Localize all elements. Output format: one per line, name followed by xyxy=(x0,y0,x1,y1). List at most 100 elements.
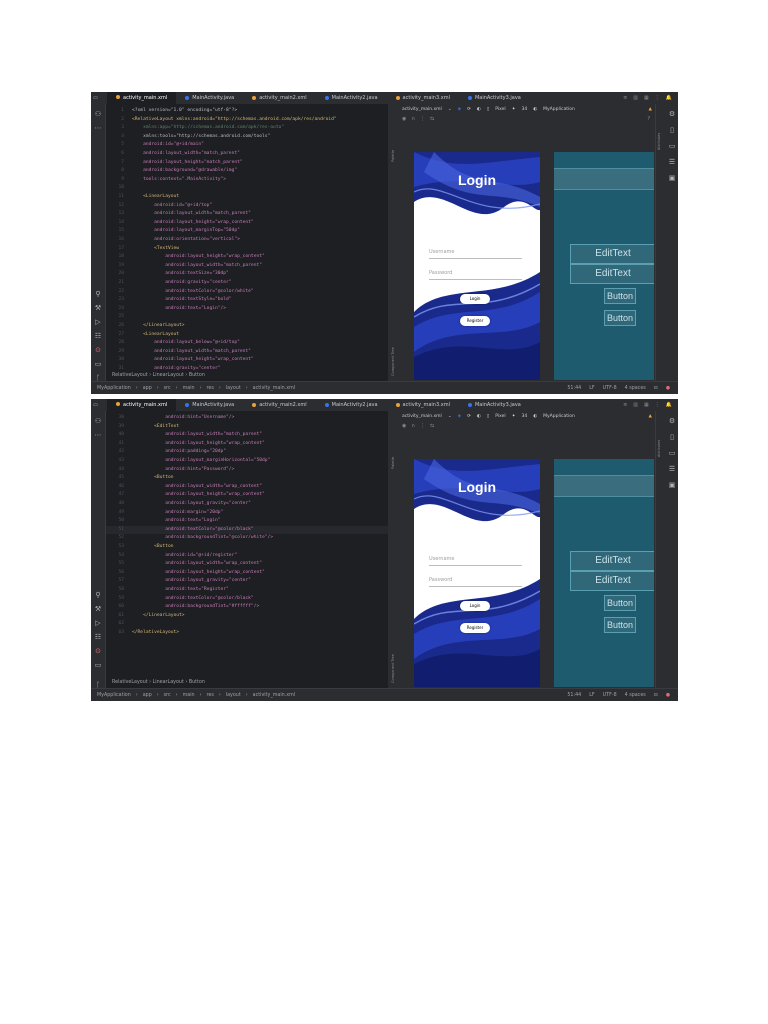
palette-tab[interactable]: Palette xyxy=(391,122,398,162)
breadcrumb-item[interactable]: Button xyxy=(189,680,205,685)
split-view-icon[interactable]: ▥ xyxy=(633,402,638,408)
project-icon[interactable]: ⚇ xyxy=(94,110,102,118)
tab-main-activity-java[interactable]: MainActivity.java xyxy=(176,399,243,411)
device-select[interactable]: Pixel xyxy=(495,107,505,112)
code-line[interactable]: 18 android:layout_height="wrap_content" xyxy=(106,253,264,262)
guidelines-icon[interactable]: ⇆ xyxy=(430,423,434,429)
tab-activity-main2-xml[interactable]: activity_main2.xml xyxy=(243,92,315,104)
code-line[interactable]: 28 android:layout_below="@+id/top" xyxy=(106,339,239,348)
error-icon[interactable]: ● xyxy=(666,386,670,391)
search-icon[interactable]: ⚲ xyxy=(94,591,102,599)
file-encoding[interactable]: UTF-8 xyxy=(603,693,617,698)
eye-icon[interactable]: ◉ xyxy=(402,116,406,122)
code-line[interactable]: 56 android:layout_height="wrap_content" xyxy=(106,569,264,578)
tab-activity-main3-xml[interactable]: activity_main3.xml xyxy=(387,92,459,104)
code-line[interactable]: 30 android:layout_height="wrap_content" xyxy=(106,356,253,365)
eye-icon[interactable]: ◉ xyxy=(402,423,406,429)
code-view-icon[interactable]: ≡ xyxy=(623,402,627,408)
code-line[interactable]: 52 android:backgroundTint="@color/white"… xyxy=(106,534,273,543)
file-encoding[interactable]: UTF-8 xyxy=(603,386,617,391)
guidelines-icon[interactable]: ⇆ xyxy=(430,116,434,122)
login-button[interactable]: Login xyxy=(460,601,490,611)
theme-icon[interactable]: ◐ xyxy=(533,414,537,419)
code-line[interactable]: 3 xmlns:app="http://schemas.android.com/… xyxy=(106,124,284,133)
project-icon[interactable]: ⚇ xyxy=(94,417,102,425)
attributes-tab[interactable]: Attributes xyxy=(657,417,664,457)
design-view-icon[interactable]: ▦ xyxy=(644,95,649,101)
tab-activity-main2-xml[interactable]: activity_main2.xml xyxy=(243,399,315,411)
terminal-icon[interactable]: ▭ xyxy=(94,360,102,368)
build-icon[interactable]: ⚒ xyxy=(94,304,102,312)
run-icon[interactable]: ▷ xyxy=(94,619,102,627)
code-line[interactable]: 12 android:id="@+id/top" xyxy=(106,202,212,211)
code-line[interactable]: 57 android:layout_gravity="center" xyxy=(106,577,250,586)
layout-inspector-icon[interactable]: ☰ xyxy=(668,465,676,473)
status-path-item[interactable]: layout xyxy=(226,386,241,391)
code-line[interactable]: 55 android:layout_width="wrap_content" xyxy=(106,560,262,569)
logcat-icon[interactable]: ☷ xyxy=(94,633,102,641)
code-line[interactable]: 43 android:layout_marginHorizontal="50dp… xyxy=(106,457,270,466)
theme-select[interactable]: MyApplication xyxy=(543,107,575,112)
magnet-icon[interactable]: ∩ xyxy=(411,423,415,429)
night-mode-icon[interactable]: ◐ xyxy=(477,107,481,112)
code-line[interactable]: 11 <LinearLayout xyxy=(106,193,179,202)
device-select[interactable]: Pixel xyxy=(495,414,505,419)
code-line[interactable]: 15 android:layout_marginTop="50dp" xyxy=(106,227,239,236)
device-select-icon[interactable]: ▯ xyxy=(487,414,489,419)
lock-icon[interactable]: ⊡ xyxy=(654,386,658,391)
run-icon[interactable]: ▷ xyxy=(94,318,102,326)
code-line[interactable]: 1 <?xml version="1.0" encoding="utf-8"?> xyxy=(106,107,237,116)
code-line[interactable]: 38 android:hint="Username"/> xyxy=(106,414,234,423)
code-line[interactable]: 6 android:layout_width="match_parent" xyxy=(106,150,240,159)
code-line[interactable]: 53 <Button xyxy=(106,543,173,552)
code-line[interactable]: 20 android:textSize="30dp" xyxy=(106,270,228,279)
code-editor[interactable]: 1 <?xml version="1.0" encoding="utf-8"?> 2… xyxy=(106,104,388,370)
breadcrumb-item[interactable]: Button xyxy=(189,373,205,378)
tab-main-activity2-java[interactable]: MainActivity2.java xyxy=(316,92,387,104)
code-line[interactable]: 46 android:layout_width="wrap_content" xyxy=(106,483,262,492)
username-field[interactable]: Username xyxy=(429,553,522,566)
username-field[interactable]: Username xyxy=(429,246,522,259)
code-view-icon[interactable]: ≡ xyxy=(623,95,627,101)
code-line[interactable]: 8 android:background="@drawable/img" xyxy=(106,167,237,176)
more-tools-icon[interactable]: ⋯ xyxy=(94,431,102,439)
margin-icon[interactable]: ⋮ xyxy=(420,423,425,429)
code-line[interactable]: 7 android:layout_height="match_parent" xyxy=(106,159,242,168)
tab-activity-main-xml[interactable]: activity_main.xml xyxy=(107,399,177,412)
status-path-item[interactable]: activity_main.xml xyxy=(253,386,295,391)
code-line[interactable]: 13 android:layout_width="match_parent" xyxy=(106,210,250,219)
tab-main-activity3-java[interactable]: MainActivity3.java xyxy=(459,92,530,104)
code-line[interactable]: 23 android:textStyle="bold" xyxy=(106,296,231,305)
folder-icon[interactable]: ▭ xyxy=(91,92,107,104)
code-line[interactable]: 47 android:layout_height="wrap_content" xyxy=(106,491,264,500)
gradle-icon[interactable]: ⚙ xyxy=(668,110,676,118)
status-path-item[interactable]: src xyxy=(164,693,171,698)
theme-icon[interactable]: ◐ xyxy=(533,107,537,112)
code-line[interactable]: 60 android:backgroundTint="#ffffff"/> xyxy=(106,603,259,612)
code-line[interactable]: 2 <RelativeLayout xmlns:android="http://s… xyxy=(106,116,336,125)
code-line[interactable]: 51 android:textColor="@color/black" xyxy=(106,526,253,535)
code-line[interactable]: 10 xyxy=(106,184,132,193)
status-path-item[interactable]: res xyxy=(207,693,214,698)
code-line[interactable]: 19 android:layout_width="match_parent" xyxy=(106,262,262,271)
code-line[interactable]: 21 android:gravity="center" xyxy=(106,279,231,288)
code-line[interactable]: 25 xyxy=(106,313,132,322)
tab-activity-main-xml[interactable]: activity_main.xml xyxy=(107,92,177,105)
code-line[interactable]: 26 </LinearLayout> xyxy=(106,322,184,331)
attributes-tab[interactable]: Attributes xyxy=(657,110,664,150)
indent-setting[interactable]: 4 spaces xyxy=(625,386,646,391)
emulator-icon[interactable]: ▣ xyxy=(668,174,676,182)
api-level-select[interactable]: 34 xyxy=(521,414,527,419)
split-view-icon[interactable]: ▥ xyxy=(633,95,638,101)
tab-main-activity-java[interactable]: MainActivity.java xyxy=(176,92,243,104)
status-path-item[interactable]: MyApplication xyxy=(97,386,131,391)
magnet-icon[interactable]: ∩ xyxy=(411,116,415,122)
code-line[interactable]: 44 android:hint="Password"/> xyxy=(106,466,234,475)
design-file-select[interactable]: activity_main.xml xyxy=(402,414,442,419)
device-manager-icon[interactable]: ▯ xyxy=(668,126,676,134)
device-manager-icon[interactable]: ▯ xyxy=(668,433,676,441)
api-level-icon[interactable]: ✦ xyxy=(512,107,516,112)
code-line[interactable]: 4 xmlns:tools="http://schemas.android.co… xyxy=(106,133,270,142)
cursor-position[interactable]: 51:44 xyxy=(567,693,581,698)
problems-icon[interactable]: ⊙ xyxy=(94,346,102,354)
